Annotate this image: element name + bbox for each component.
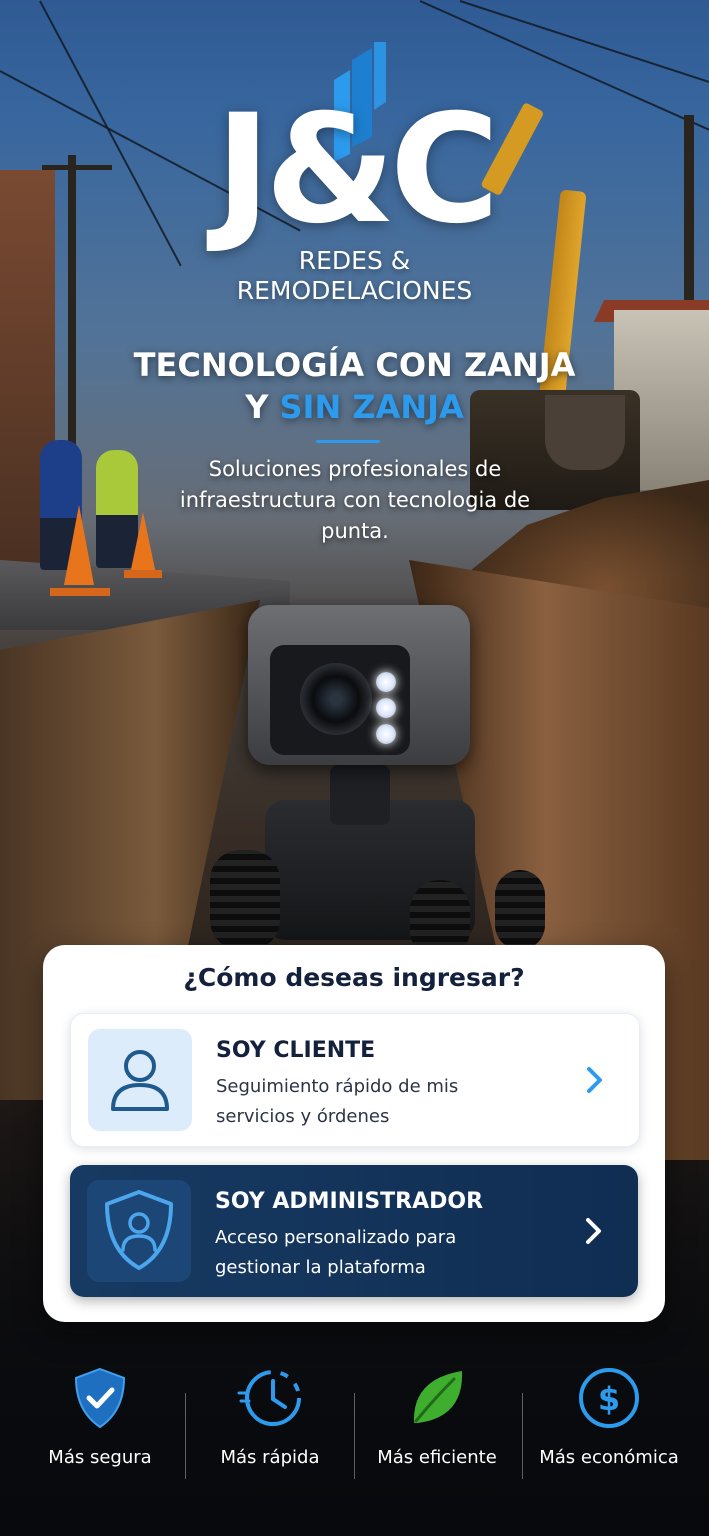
hero-headline: TECNOLOGÍA CON ZANJA Y SIN ZANJA xyxy=(0,344,709,428)
client-title: SOY CLIENTE xyxy=(216,1038,376,1063)
client-description: Seguimiento rápido de mis servicios y ór… xyxy=(216,1076,459,1127)
admin-title: SOY ADMINISTRADOR xyxy=(215,1189,484,1214)
logo-text: J&C xyxy=(215,83,500,257)
feature-fast: Más rápida xyxy=(185,1365,355,1468)
feature-economic: $ Más económica xyxy=(524,1365,694,1468)
feature-divider xyxy=(522,1393,523,1479)
feature-label: Más rápida xyxy=(220,1447,320,1468)
dollar-icon: $ xyxy=(579,1368,639,1428)
client-login-button[interactable]: SOY CLIENTE Seguimiento rápido de mis se… xyxy=(70,1013,640,1147)
headline-line1: TECNOLOGÍA CON ZANJA xyxy=(133,346,576,384)
chevron-right-icon xyxy=(587,1067,602,1093)
feature-secure: Más segura xyxy=(15,1365,185,1468)
clock-icon xyxy=(237,1370,301,1426)
shield-check-icon xyxy=(74,1367,126,1429)
shield-user-icon xyxy=(105,1190,173,1270)
admin-icon-box xyxy=(87,1180,191,1282)
brand-subtitle: REDES & REMODELACIONES xyxy=(0,246,709,306)
headline-line2: Y SIN ZANJA xyxy=(0,386,709,428)
login-screen: J&C REDES & REMODELACIONES TECNOLOGÍA CO… xyxy=(0,0,709,1536)
hero-tagline: Soluciones profesionales de infraestruct… xyxy=(179,457,531,543)
brand-subtitle-line1: REDES & xyxy=(298,246,411,275)
features-bar: Más segura Más rápida Más eficiente $ Má… xyxy=(0,1365,709,1485)
admin-login-button[interactable]: SOY ADMINISTRADOR Acceso personalizado p… xyxy=(70,1165,638,1297)
feature-label: Más económica xyxy=(539,1447,679,1468)
admin-description: Acceso personalizado para gestionar la p… xyxy=(215,1227,457,1278)
svg-text:$: $ xyxy=(598,1380,620,1418)
feature-label: Más eficiente xyxy=(377,1447,497,1468)
headline-line2-prefix: Y xyxy=(245,388,280,426)
leaf-icon xyxy=(413,1371,463,1423)
card-title: ¿Cómo deseas ingresar? xyxy=(183,963,525,992)
client-icon-box xyxy=(88,1029,192,1131)
feature-efficient: Más eficiente xyxy=(352,1365,522,1468)
login-options-card: ¿Cómo deseas ingresar? SOY CLIENTE Segui… xyxy=(43,945,665,1322)
chevron-right-icon xyxy=(586,1218,601,1244)
feature-label: Más segura xyxy=(48,1447,152,1468)
headline-highlight: SIN ZANJA xyxy=(279,388,464,426)
user-icon xyxy=(111,1050,169,1111)
brand-subtitle-line2: REMODELACIONES xyxy=(236,276,473,305)
headline-divider xyxy=(316,440,380,443)
